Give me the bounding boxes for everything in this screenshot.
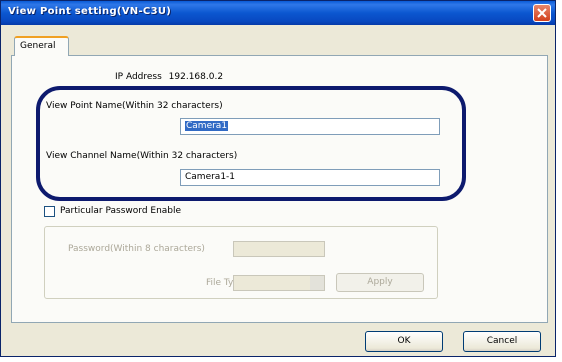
password-enable-checkbox[interactable]: [44, 206, 55, 217]
password-input[interactable]: [233, 241, 325, 257]
title-bar[interactable]: View Point setting(VN-C3U): [1, 1, 555, 25]
password-enable-label: Particular Password Enable: [60, 206, 182, 216]
apply-button[interactable]: Apply: [336, 273, 424, 292]
cancel-button[interactable]: Cancel: [463, 331, 541, 352]
file-type-select[interactable]: [233, 275, 325, 291]
tab-general[interactable]: General: [14, 36, 69, 56]
ip-address-value: 192.168.0.2: [168, 72, 224, 82]
ok-button[interactable]: OK: [365, 331, 443, 352]
chevron-down-icon: [310, 276, 324, 290]
ip-address-label: IP Address: [115, 72, 162, 82]
highlight-annotation: [36, 86, 466, 201]
close-icon: [537, 8, 547, 18]
window-title: View Point setting(VN-C3U): [8, 6, 172, 17]
close-button[interactable]: [533, 4, 551, 22]
ip-address-row: IP Address 192.168.0.2: [115, 72, 223, 82]
password-label: Password(Within 8 characters): [68, 244, 205, 254]
